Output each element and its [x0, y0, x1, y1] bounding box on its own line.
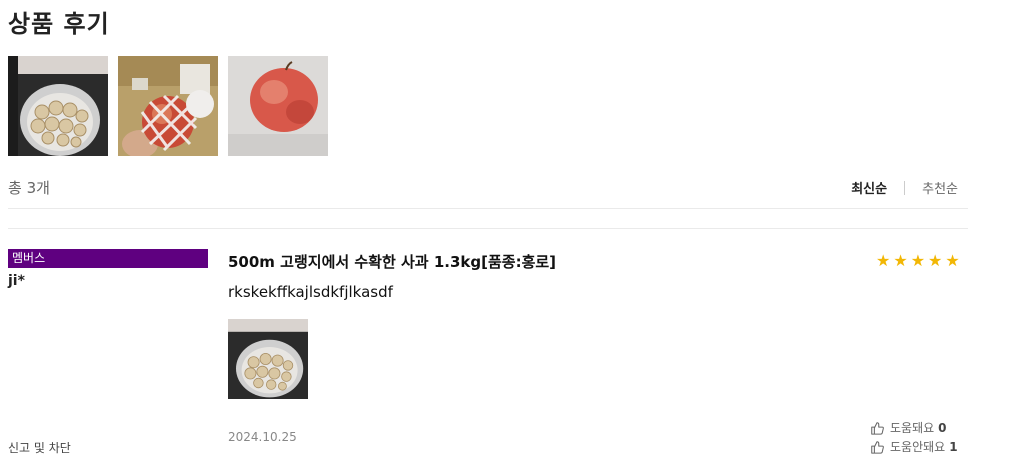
star-icon: ★	[928, 251, 943, 270]
review-attached-photo[interactable]	[228, 319, 308, 399]
page-title: 상품 후기	[8, 10, 110, 38]
star-icon: ★	[910, 251, 926, 270]
sort-options: 최신순 추천순	[851, 178, 958, 197]
review-product-name: 500m 고랭지에서 수확한 사과 1.3kg[품종:홍로]	[228, 253, 557, 271]
unhelpful-button[interactable]: 도움안돼요 1	[870, 438, 958, 455]
review-photo-gallery	[8, 56, 328, 156]
review-thumbnail-3[interactable]	[228, 56, 328, 156]
review-summary-bar: 총 3개 최신순 추천순	[8, 172, 968, 209]
helpful-button[interactable]: 도움돼요 0	[870, 419, 947, 436]
star-rating: ★ ★ ★ ★ ★	[876, 251, 960, 271]
review-thumbnail-2[interactable]	[118, 56, 218, 156]
reviewer-name: ji*	[8, 273, 25, 289]
sort-recommended[interactable]: 추천순	[922, 178, 958, 197]
review-count: 총 3개	[8, 179, 50, 197]
helpful-label: 도움돼요	[890, 421, 935, 435]
unhelpful-count: 1	[949, 439, 958, 454]
thumbs-up-icon	[871, 440, 884, 454]
review-thumbnail-1[interactable]	[8, 56, 108, 156]
thumbs-up-icon	[871, 421, 884, 435]
review-body-text: rkskekffkajlsdkfjlkasdf	[228, 283, 393, 301]
review-divider	[8, 228, 968, 229]
sort-latest[interactable]: 최신순	[851, 178, 887, 197]
sort-divider	[904, 180, 906, 195]
star-icon: ★	[876, 251, 891, 270]
star-icon: ★	[893, 251, 908, 270]
helpful-count: 0	[938, 420, 947, 435]
star-icon: ★	[945, 251, 960, 270]
member-badge: 멤버스	[8, 249, 208, 268]
report-block-link[interactable]: 신고 및 차단	[8, 439, 71, 456]
unhelpful-label: 도움안돼요	[890, 440, 946, 454]
review-date: 2024.10.25	[228, 430, 297, 444]
